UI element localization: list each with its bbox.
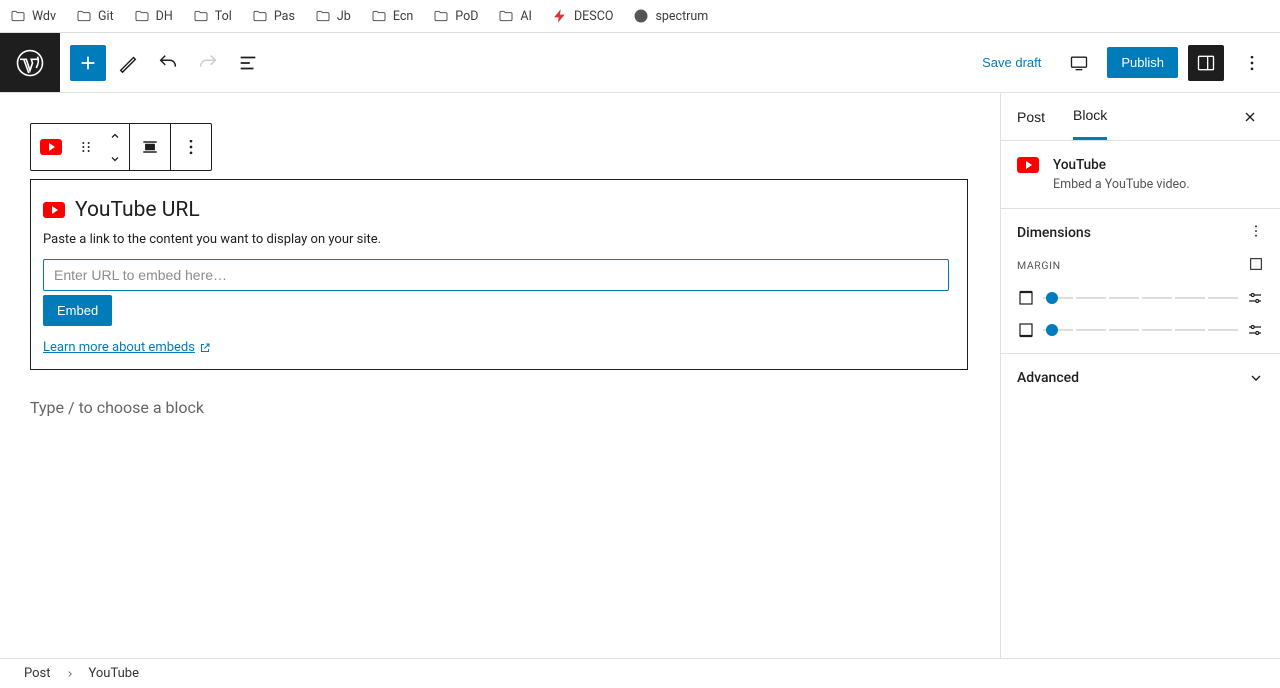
advanced-title: Advanced [1017, 370, 1079, 386]
bookmark-pas[interactable]: Pas [252, 8, 295, 24]
undo-button[interactable] [150, 45, 186, 81]
bookmark-desco[interactable]: DESCO [552, 8, 613, 24]
settings-panel-toggle[interactable] [1188, 45, 1224, 81]
margin-bottom-settings-icon[interactable] [1246, 321, 1264, 339]
bookmark-dh[interactable]: DH [134, 8, 173, 24]
block-description: Paste a link to the content you want to … [43, 232, 955, 247]
margin-bottom-slider[interactable] [1043, 329, 1238, 331]
margin-top-slider[interactable] [1043, 297, 1238, 299]
block-description-label: Embed a YouTube video. [1053, 177, 1190, 192]
youtube-icon [43, 202, 65, 218]
bookmark-jb[interactable]: Jb [315, 8, 351, 24]
bookmark-spectrum[interactable]: spectrum [633, 8, 708, 24]
chevron-down-icon [1248, 370, 1264, 386]
breadcrumb-root[interactable]: Post [24, 666, 51, 681]
youtube-icon [40, 139, 62, 155]
save-draft-button[interactable]: Save draft [972, 49, 1051, 76]
bookmark-wdv[interactable]: Wdv [10, 8, 56, 24]
bookmark-git[interactable]: Git [76, 8, 114, 24]
block-toolbar [30, 123, 212, 171]
block-title: YouTube URL [75, 198, 200, 222]
tab-post[interactable]: Post [1017, 95, 1045, 139]
dimensions-options-button[interactable] [1248, 223, 1264, 242]
embed-url-input[interactable] [43, 259, 949, 291]
breadcrumb-leaf[interactable]: YouTube [89, 666, 140, 681]
publish-button[interactable]: Publish [1107, 47, 1178, 78]
add-block-button[interactable] [70, 45, 106, 81]
embed-button[interactable]: Embed [43, 295, 112, 326]
bookmark-tol[interactable]: Tol [193, 8, 232, 24]
youtube-icon [1017, 157, 1039, 173]
wordpress-logo[interactable] [0, 33, 60, 92]
tools-button[interactable] [110, 45, 146, 81]
align-button[interactable] [130, 124, 170, 170]
margin-bottom-icon [1017, 321, 1035, 339]
bookmark-pod[interactable]: PoD [433, 8, 478, 24]
preview-button[interactable] [1061, 45, 1097, 81]
new-block-placeholder[interactable]: Type / to choose a block [30, 398, 970, 417]
redo-button[interactable] [190, 45, 226, 81]
chevron-right-icon [65, 669, 75, 679]
dimensions-panel: Dimensions MARGIN [1001, 209, 1280, 354]
bookmark-ecn[interactable]: Ecn [371, 8, 413, 24]
block-options-button[interactable] [171, 124, 211, 170]
margin-label: MARGIN [1017, 259, 1061, 272]
block-type-button[interactable] [31, 124, 71, 170]
editor-top-toolbar: Save draft Publish [0, 33, 1280, 93]
block-breadcrumb: Post YouTube [0, 658, 1280, 688]
tab-block[interactable]: Block [1073, 93, 1107, 140]
bookmark-ai[interactable]: AI [498, 8, 532, 24]
youtube-embed-block[interactable]: YouTube URL Paste a link to the content … [30, 179, 968, 370]
margin-box-icon[interactable] [1248, 256, 1264, 275]
move-down-button[interactable] [101, 147, 129, 170]
advanced-panel-toggle[interactable]: Advanced [1001, 354, 1280, 402]
block-name-label: YouTube [1053, 157, 1190, 173]
browser-bookmarks-bar: Wdv Git DH Tol Pas Jb Ecn PoD AI DESCO s… [0, 0, 1280, 33]
learn-more-link[interactable]: Learn more about embeds [43, 340, 211, 355]
close-sidebar-button[interactable] [1236, 103, 1264, 131]
move-up-button[interactable] [101, 124, 129, 147]
document-overview-button[interactable] [230, 45, 266, 81]
settings-sidebar: Post Block YouTube Embed a YouTube video… [1000, 93, 1280, 658]
margin-top-icon [1017, 289, 1035, 307]
drag-handle[interactable] [71, 124, 101, 170]
options-button[interactable] [1234, 45, 1270, 81]
dimensions-title: Dimensions [1017, 225, 1091, 241]
margin-top-settings-icon[interactable] [1246, 289, 1264, 307]
editor-canvas[interactable]: YouTube URL Paste a link to the content … [0, 93, 1000, 658]
